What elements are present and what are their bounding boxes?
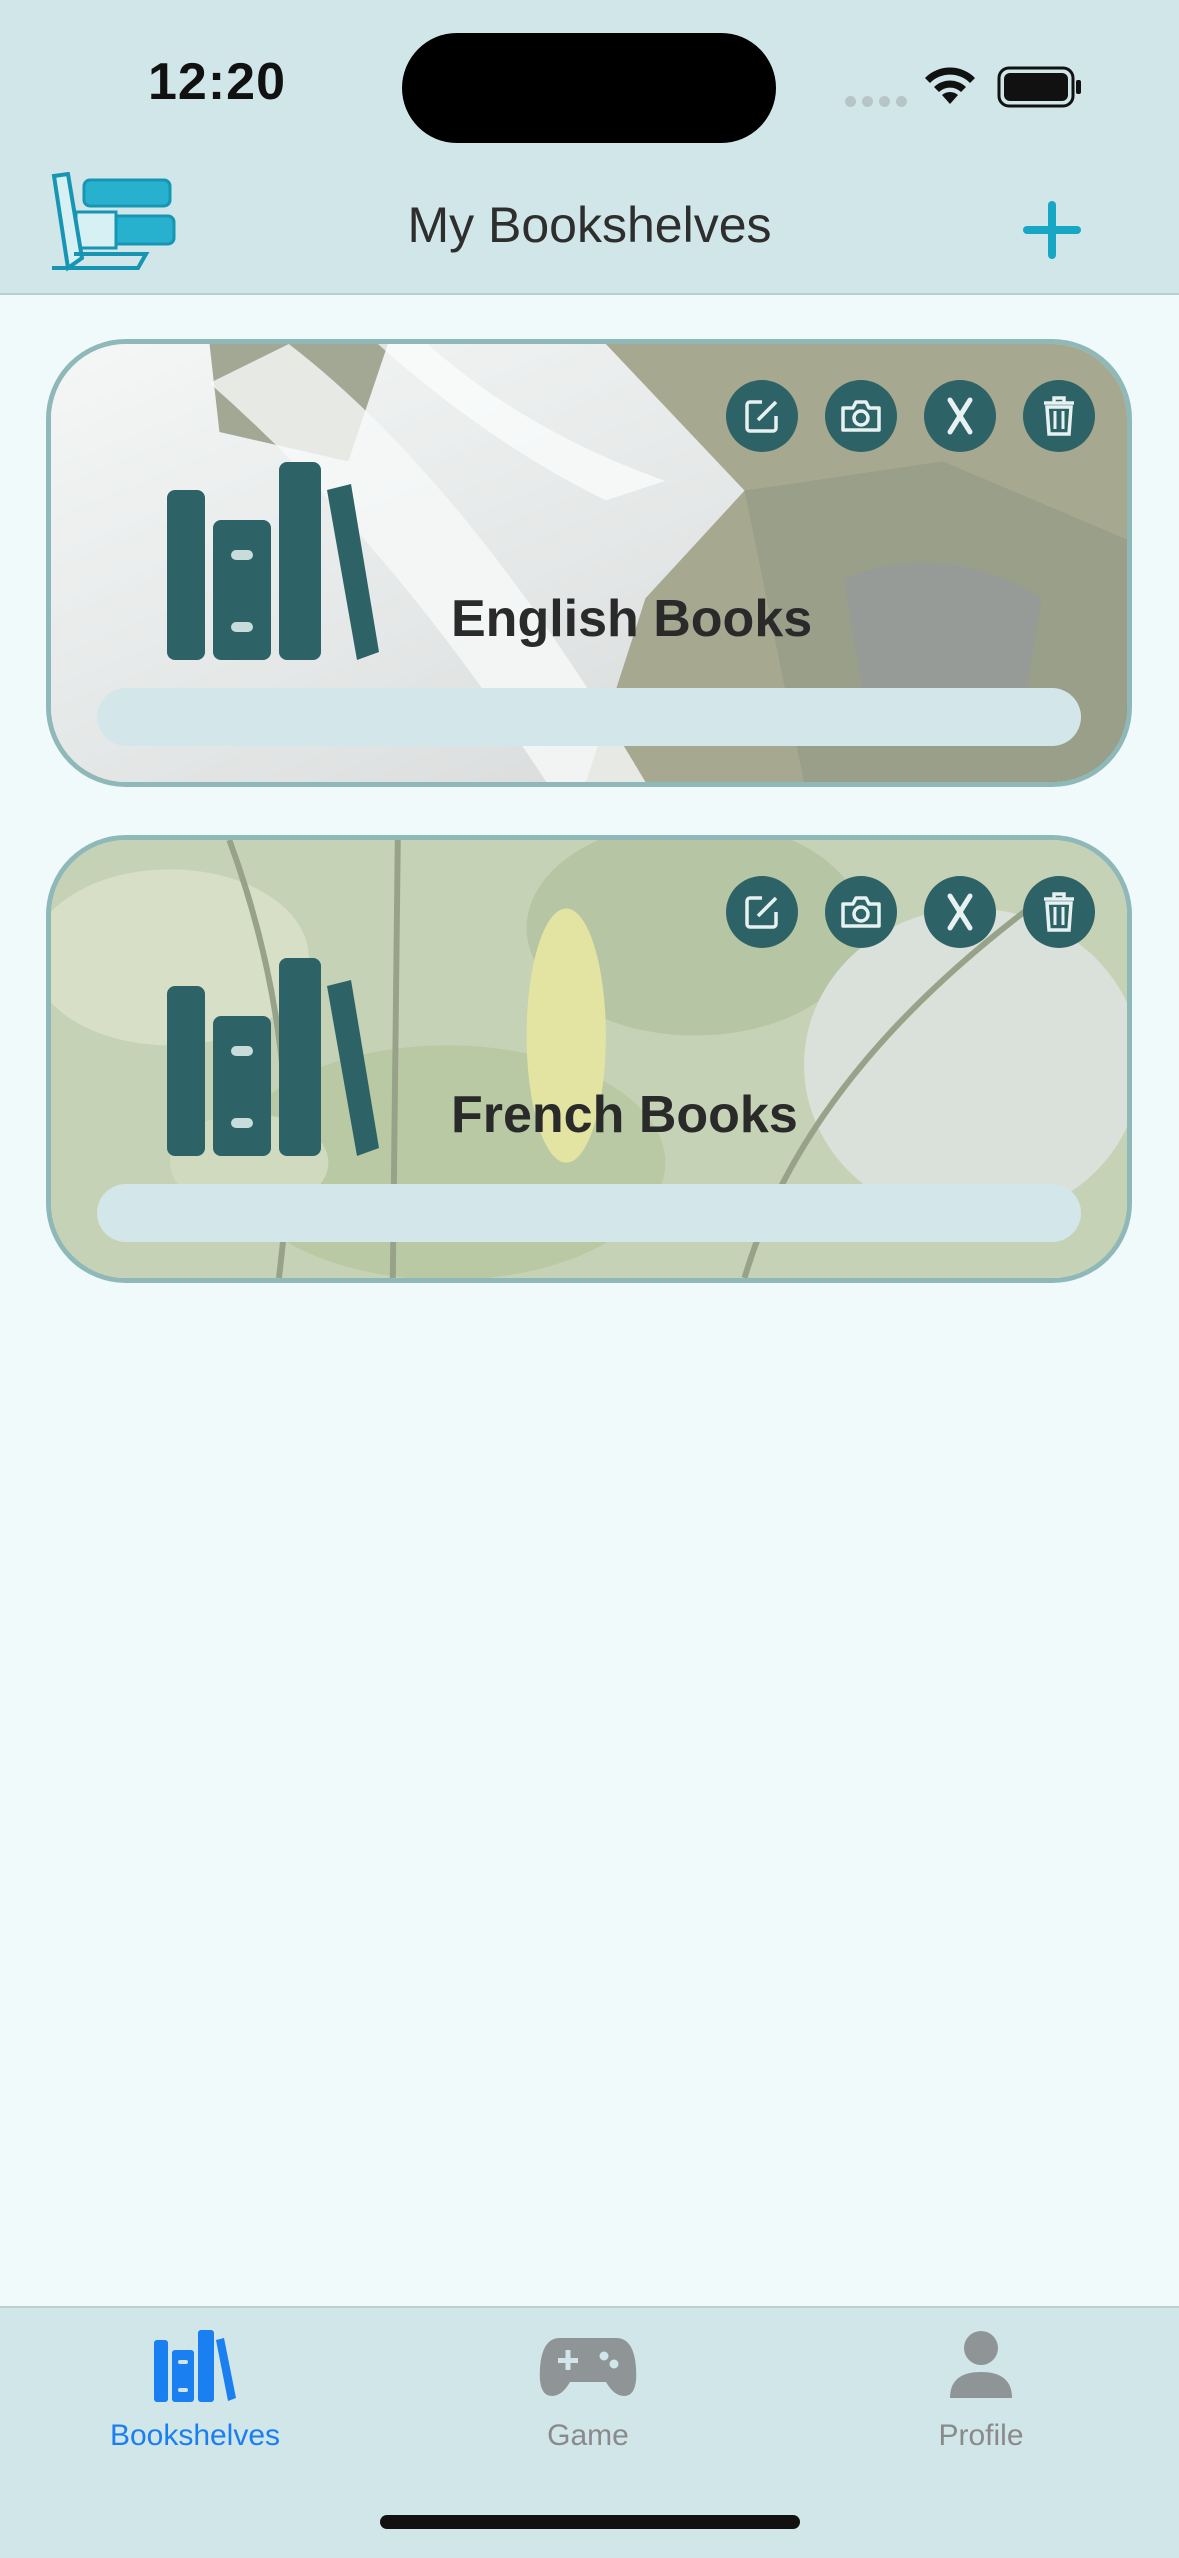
camera-icon[interactable] xyxy=(825,876,897,948)
books-icon xyxy=(167,462,379,660)
shelf-title: English Books xyxy=(451,590,813,648)
battery-icon xyxy=(997,66,1081,108)
tab-game[interactable]: Game xyxy=(438,2328,738,2453)
edit-icon[interactable] xyxy=(726,380,798,452)
tab-profile[interactable]: Profile xyxy=(831,2328,1131,2453)
shelf-card[interactable]: French Books xyxy=(46,835,1132,1283)
shelf-progress-bar xyxy=(97,688,1081,746)
cellular-signal-icon xyxy=(845,94,913,112)
shelf-progress-bar xyxy=(97,1184,1081,1242)
tab-bookshelves[interactable]: Bookshelves xyxy=(45,2328,345,2453)
trash-icon[interactable] xyxy=(1023,876,1095,948)
edit-icon[interactable] xyxy=(726,876,798,948)
x-icon[interactable] xyxy=(924,876,996,948)
tab-label: Game xyxy=(547,2419,629,2452)
dynamic-island xyxy=(402,33,776,143)
tab-label: Bookshelves xyxy=(109,2419,281,2452)
x-icon[interactable] xyxy=(924,380,996,452)
books-icon xyxy=(154,2330,236,2402)
person-icon xyxy=(950,2331,1012,2398)
camera-icon[interactable] xyxy=(825,380,897,452)
wifi-icon xyxy=(925,67,975,104)
header: 12:20 My Bookshelves xyxy=(0,0,1179,295)
status-time: 12:20 xyxy=(148,53,286,111)
trash-icon[interactable] xyxy=(1023,380,1095,452)
tab-label: Profile xyxy=(938,2419,1024,2452)
page-title: My Bookshelves xyxy=(407,197,772,253)
home-indicator xyxy=(380,2515,800,2529)
books-icon xyxy=(167,958,379,1156)
gamepad-icon xyxy=(539,2338,637,2396)
plus-icon[interactable] xyxy=(1017,195,1087,265)
shelf-title: French Books xyxy=(451,1086,798,1144)
shelf-card[interactable]: English Books xyxy=(46,339,1132,787)
